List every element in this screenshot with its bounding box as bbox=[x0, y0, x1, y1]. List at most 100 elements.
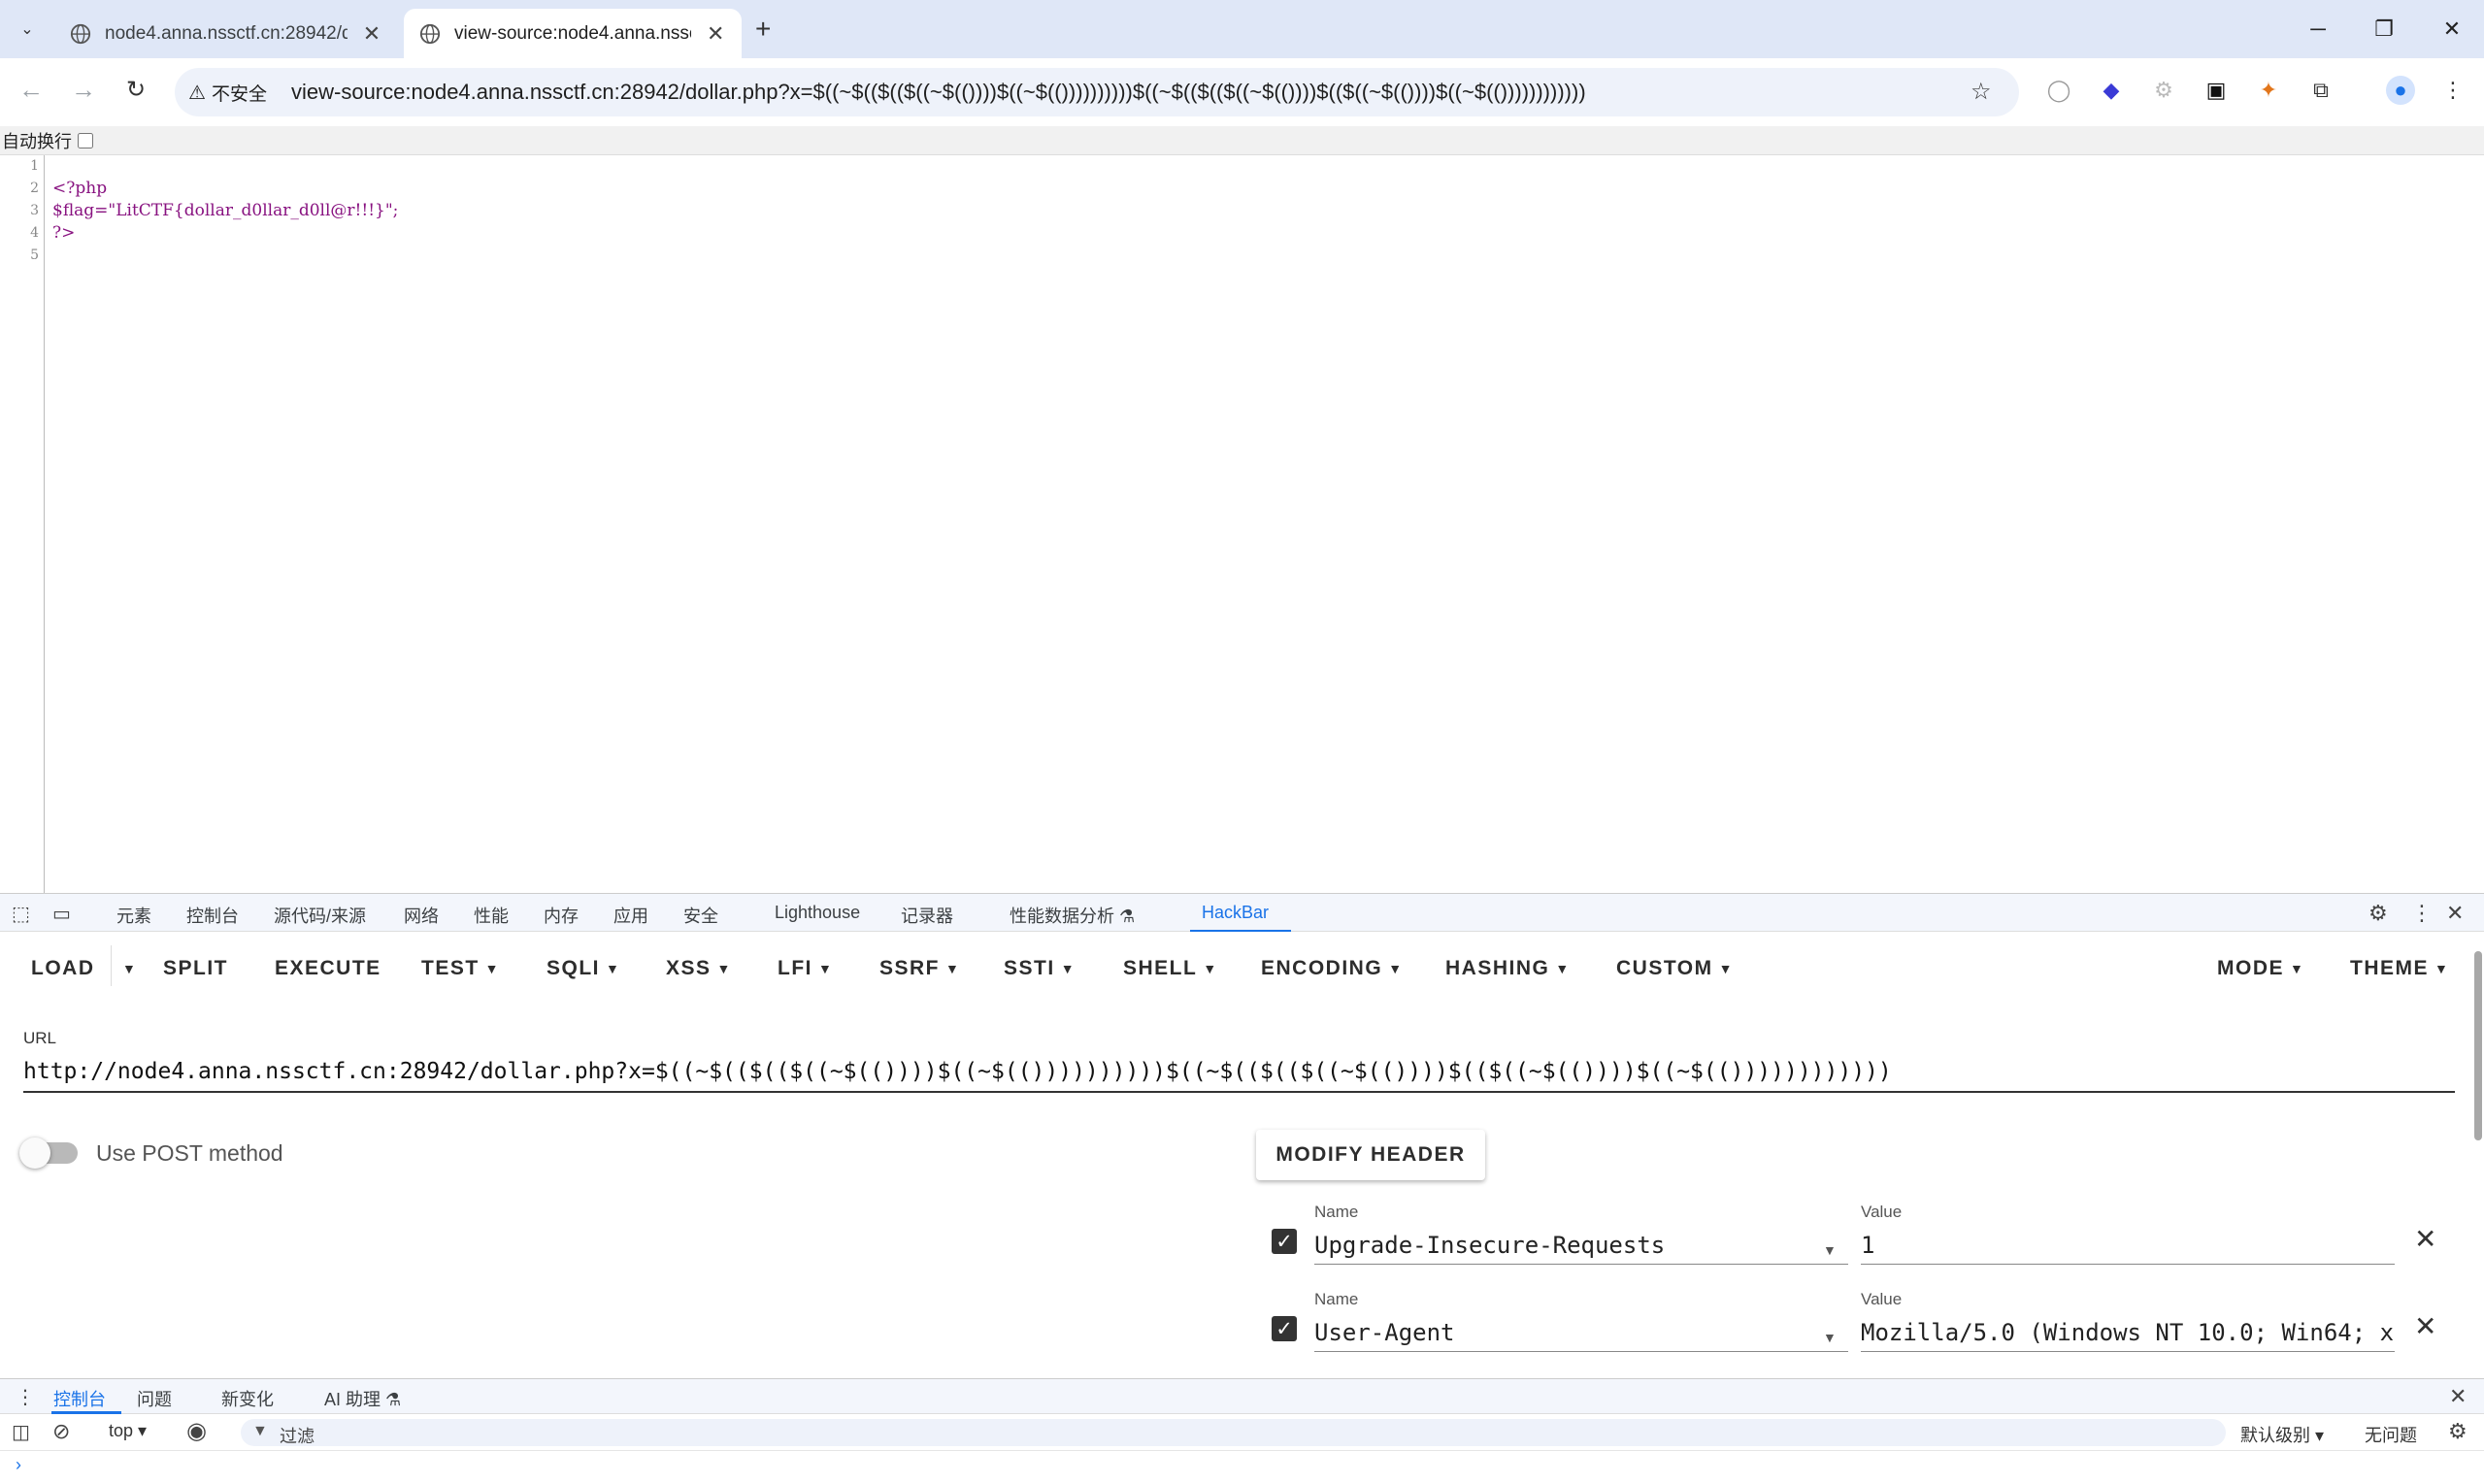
close-drawer-icon[interactable]: ✕ bbox=[2449, 1384, 2467, 1409]
load-dropdown-button[interactable]: ▼ bbox=[116, 957, 137, 980]
close-tab-icon[interactable]: ✕ bbox=[705, 21, 726, 47]
restore-icon[interactable]: ❐ bbox=[2365, 10, 2403, 49]
minimize-icon[interactable]: ─ bbox=[2299, 10, 2337, 49]
back-icon[interactable]: ← bbox=[14, 72, 49, 107]
new-tab-icon[interactable]: + bbox=[755, 14, 771, 45]
ssrf-menu-button[interactable]: SSRF ▼ bbox=[879, 957, 960, 980]
extension-glasses-icon[interactable]: ▣ bbox=[2202, 76, 2231, 105]
execute-button[interactable]: EXECUTE bbox=[275, 957, 381, 980]
custom-menu-button[interactable]: CUSTOM ▼ bbox=[1616, 957, 1734, 980]
context-selector[interactable]: top ▾ bbox=[109, 1421, 147, 1441]
hackbar-panel: LOAD ▼ SPLIT EXECUTE TEST ▼ SQLI ▼ XSS ▼ LF… bbox=[0, 932, 2484, 1378]
security-chip[interactable]: ⚠ 不安全 bbox=[188, 77, 267, 108]
tab-view-source[interactable]: view-source:node4.anna.nssctf.cn ✕ bbox=[404, 9, 742, 58]
drawer-menu-icon[interactable]: ⋮ bbox=[16, 1385, 35, 1409]
header-value-input[interactable]: 1 bbox=[1861, 1228, 2395, 1265]
console-settings-gear-icon[interactable]: ⚙ bbox=[2448, 1419, 2467, 1444]
hackbar-url-input[interactable]: http://node4.anna.nssctf.cn:28942/dollar… bbox=[23, 1056, 2455, 1093]
test-menu-button[interactable]: TEST ▼ bbox=[421, 957, 500, 980]
theme-menu-button[interactable]: THEME ▼ bbox=[2350, 957, 2449, 980]
devtools-tab-lighthouse[interactable]: Lighthouse bbox=[775, 903, 860, 923]
close-tab-icon[interactable]: ✕ bbox=[361, 21, 382, 47]
line-wrap-bar: 自动换行 bbox=[0, 126, 2484, 155]
tab-dollar-php[interactable]: node4.anna.nssctf.cn:28942/dollar.php ✕ bbox=[54, 9, 400, 58]
drawer-tab-whats-new[interactable]: 新变化 bbox=[221, 1386, 274, 1411]
xss-menu-button[interactable]: XSS ▼ bbox=[666, 957, 732, 980]
devtools-tab-performance[interactable]: 性能 bbox=[474, 903, 509, 928]
line-number: 5 bbox=[30, 247, 39, 263]
console-drawer: ⋮ 控制台 问题 新变化 AI 助理 ⚗ ✕ ◫ ⊘ top ▾ ◉ ▼ 过滤 … bbox=[0, 1378, 2484, 1484]
line-number: 2 bbox=[30, 181, 39, 196]
inspect-element-icon[interactable]: ⬚ bbox=[12, 902, 30, 926]
encoding-menu-button[interactable]: ENCODING ▼ bbox=[1261, 957, 1404, 980]
devtools-tab-hackbar[interactable]: HackBar bbox=[1202, 903, 1269, 923]
settings-gear-icon[interactable]: ⚙ bbox=[2368, 901, 2388, 926]
clear-console-icon[interactable]: ⊘ bbox=[52, 1419, 70, 1444]
devtools-tab-console[interactable]: 控制台 bbox=[186, 903, 239, 928]
devtools-tab-recorder[interactable]: 记录器 bbox=[901, 903, 953, 928]
shell-menu-button[interactable]: SHELL ▼ bbox=[1123, 957, 1218, 980]
devtools-tab-perf-insights[interactable]: 性能数据分析 ⚗ bbox=[1010, 903, 1135, 928]
extension-layers-icon[interactable]: ◆ bbox=[2097, 76, 2126, 105]
line-number: 3 bbox=[30, 203, 39, 218]
devtools-tab-sources[interactable]: 源代码/来源 bbox=[274, 903, 366, 928]
address-bar[interactable]: ⚠ 不安全 view-source:node4.anna.nssctf.cn:2… bbox=[175, 68, 2019, 116]
header-name-label: Name bbox=[1314, 1290, 1359, 1308]
sidebar-toggle-icon[interactable]: ◫ bbox=[12, 1420, 30, 1444]
log-level-selector[interactable]: 默认级别 ▾ bbox=[2240, 1422, 2324, 1447]
globe-icon bbox=[70, 23, 91, 44]
drawer-tab-issues[interactable]: 问题 bbox=[137, 1386, 172, 1411]
split-button[interactable]: SPLIT bbox=[163, 957, 228, 980]
extension-circle-icon[interactable]: ◯ bbox=[2044, 76, 2073, 105]
ssti-menu-button[interactable]: SSTI ▼ bbox=[1004, 957, 1076, 980]
live-expression-eye-icon[interactable]: ◉ bbox=[186, 1417, 207, 1445]
sqli-menu-button[interactable]: SQLI ▼ bbox=[546, 957, 620, 980]
modify-header-button[interactable]: MODIFY HEADER bbox=[1256, 1130, 1485, 1180]
lfi-menu-button[interactable]: LFI ▼ bbox=[778, 957, 833, 980]
header-name-input[interactable]: User-Agent bbox=[1314, 1315, 1848, 1352]
header-name-input[interactable]: Upgrade-Insecure-Requests bbox=[1314, 1228, 1848, 1265]
devtools-tab-memory[interactable]: 内存 bbox=[544, 903, 579, 928]
remove-header-icon[interactable]: ✕ bbox=[2414, 1310, 2436, 1342]
header-enabled-checkbox[interactable]: ✓ bbox=[1272, 1316, 1297, 1341]
drawer-tab-ai-assistant[interactable]: AI 助理 ⚗ bbox=[324, 1386, 401, 1411]
devtools-tab-application[interactable]: 应用 bbox=[613, 903, 648, 928]
remove-header-icon[interactable]: ✕ bbox=[2414, 1223, 2436, 1255]
devtools-menu-icon[interactable]: ⋮ bbox=[2411, 901, 2433, 926]
drawer-tab-console[interactable]: 控制台 bbox=[53, 1386, 106, 1411]
line-number: 4 bbox=[30, 225, 39, 241]
url-text[interactable]: view-source:node4.anna.nssctf.cn:28942/d… bbox=[291, 80, 1941, 105]
devtools-tab-security[interactable]: 安全 bbox=[683, 903, 718, 928]
profile-avatar-icon[interactable]: ● bbox=[2386, 76, 2415, 105]
console-filter-input[interactable]: ▼ 过滤 bbox=[241, 1419, 2226, 1446]
globe-icon bbox=[419, 23, 441, 44]
menu-kebab-icon[interactable]: ⋮ bbox=[2438, 76, 2467, 105]
drawer-tabbar: ⋮ 控制台 问题 新变化 AI 助理 ⚗ ✕ bbox=[0, 1379, 2484, 1414]
extension-gear-icon[interactable]: ⚙ bbox=[2149, 76, 2178, 105]
metamask-fox-icon[interactable]: ✦ bbox=[2254, 76, 2283, 105]
header-enabled-checkbox[interactable]: ✓ bbox=[1272, 1229, 1297, 1254]
forward-icon[interactable]: → bbox=[66, 72, 101, 107]
line-number: 1 bbox=[30, 158, 39, 174]
extensions-puzzle-icon[interactable]: ⧉ bbox=[2306, 76, 2335, 105]
tab-search-icon[interactable]: ⌄ bbox=[14, 16, 41, 43]
hashing-menu-button[interactable]: HASHING ▼ bbox=[1445, 957, 1571, 980]
header-value-input[interactable]: Mozilla/5.0 (Windows NT 10.0; Win64; x bbox=[1861, 1315, 2395, 1352]
bookmark-star-icon[interactable]: ☆ bbox=[1971, 78, 1992, 106]
dropdown-caret-icon[interactable]: ▼ bbox=[1823, 1242, 1837, 1258]
devtools-tab-elements[interactable]: 元素 bbox=[116, 903, 151, 928]
devtools-tab-network[interactable]: 网络 bbox=[404, 903, 439, 928]
hackbar-scrollbar[interactable] bbox=[2474, 951, 2482, 1140]
post-method-toggle[interactable] bbox=[19, 1138, 78, 1169]
load-button[interactable]: LOAD bbox=[31, 957, 95, 980]
issues-counter[interactable]: 无问题 bbox=[2365, 1422, 2417, 1447]
reload-icon[interactable]: ↻ bbox=[118, 72, 153, 107]
device-toolbar-icon[interactable]: ▭ bbox=[52, 902, 71, 926]
close-window-icon[interactable]: ✕ bbox=[2433, 10, 2471, 49]
line-wrap-checkbox[interactable] bbox=[78, 132, 93, 148]
dropdown-caret-icon[interactable]: ▼ bbox=[1823, 1330, 1837, 1345]
close-devtools-icon[interactable]: ✕ bbox=[2446, 901, 2464, 926]
mode-menu-button[interactable]: MODE ▼ bbox=[2217, 957, 2304, 980]
source-line: <?php bbox=[52, 179, 108, 198]
console-prompt-icon[interactable]: › bbox=[16, 1455, 21, 1475]
